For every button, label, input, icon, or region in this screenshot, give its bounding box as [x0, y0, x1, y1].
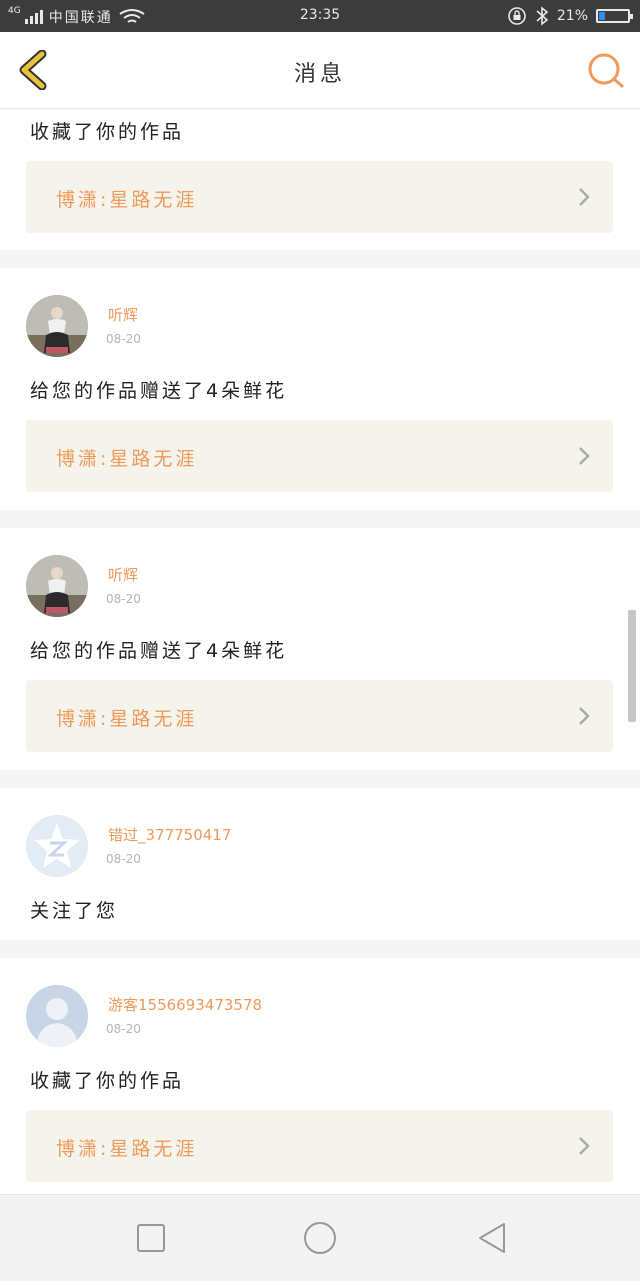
avatar[interactable]: [26, 815, 88, 877]
work-link[interactable]: 博潇:星路无涯: [26, 680, 613, 752]
timestamp: 08-20: [106, 852, 141, 866]
action-text: 关注了您: [30, 900, 119, 922]
status-bar: 4G 中国联通 23:35 21%: [0, 0, 640, 32]
bluetooth-icon: [536, 6, 549, 26]
action-text: 给您的作品赠送了4朵鲜花: [30, 640, 288, 662]
work-link[interactable]: 博潇:星路无涯: [26, 1110, 613, 1182]
search-icon: [588, 53, 624, 88]
avatar[interactable]: [26, 295, 88, 357]
battery-icon: [596, 9, 633, 23]
list-item: 错过_377750417 08-20 关注了您: [0, 788, 640, 940]
scrollbar[interactable]: [628, 610, 636, 722]
list-item: 收藏了你的作品 博潇:星路无涯: [0, 109, 640, 250]
work-link[interactable]: 博潇:星路无涯: [26, 161, 613, 233]
photo-avatar: [26, 555, 88, 617]
username[interactable]: 错过_377750417: [108, 824, 231, 845]
chevron-right-icon: [579, 707, 590, 725]
list-item: 游客1556693473578 08-20 收藏了你的作品 博潇:星路无涯: [0, 958, 640, 1194]
action-text: 给您的作品赠送了4朵鲜花: [30, 380, 288, 402]
page-title: 消息: [293, 62, 346, 87]
work-title: 博潇:星路无涯: [56, 448, 198, 470]
home-button[interactable]: [300, 1218, 340, 1258]
work-title: 博潇:星路无涯: [56, 1138, 198, 1160]
avatar[interactable]: [26, 555, 88, 617]
timestamp: 08-20: [106, 1022, 141, 1036]
back-icon: [479, 1223, 505, 1253]
search-button[interactable]: [586, 50, 626, 90]
work-link[interactable]: 博潇:星路无涯: [26, 420, 613, 492]
battery-percent: 21%: [556, 8, 588, 24]
timestamp: 08-20: [106, 332, 141, 346]
username[interactable]: 游客1556693473578: [108, 994, 262, 1015]
action-text: 收藏了你的作品: [30, 121, 185, 143]
app-header: 消息: [0, 32, 640, 109]
username[interactable]: 听辉: [108, 304, 138, 325]
username[interactable]: 听辉: [108, 564, 138, 585]
message-list[interactable]: 收藏了你的作品 博潇:星路无涯 听辉 08-20 给您的作品赠送了4朵鲜花 博潇…: [0, 109, 640, 1194]
rotation-lock-icon: [508, 7, 526, 25]
photo-avatar: [26, 295, 88, 357]
chevron-right-icon: [579, 447, 590, 465]
home-icon: [304, 1222, 336, 1254]
work-title: 博潇:星路无涯: [56, 708, 198, 730]
list-item: 听辉 08-20 给您的作品赠送了4朵鲜花 博潇:星路无涯: [0, 528, 640, 770]
default-person-avatar: [26, 985, 88, 1047]
chevron-left-icon: [19, 49, 47, 91]
chevron-right-icon: [579, 1137, 590, 1155]
system-nav-bar: [0, 1194, 640, 1281]
work-title: 博潇:星路无涯: [56, 189, 198, 211]
back-button[interactable]: [14, 49, 54, 91]
timestamp: 08-20: [106, 592, 141, 606]
chevron-right-icon: [579, 188, 590, 206]
recent-apps-button[interactable]: [133, 1220, 169, 1256]
qzone-avatar: [26, 815, 88, 877]
action-text: 收藏了你的作品: [30, 1070, 185, 1092]
avatar[interactable]: [26, 985, 88, 1047]
recent-apps-icon: [137, 1224, 165, 1252]
nav-back-button[interactable]: [474, 1220, 510, 1256]
list-item: 听辉 08-20 给您的作品赠送了4朵鲜花 博潇:星路无涯: [0, 268, 640, 510]
